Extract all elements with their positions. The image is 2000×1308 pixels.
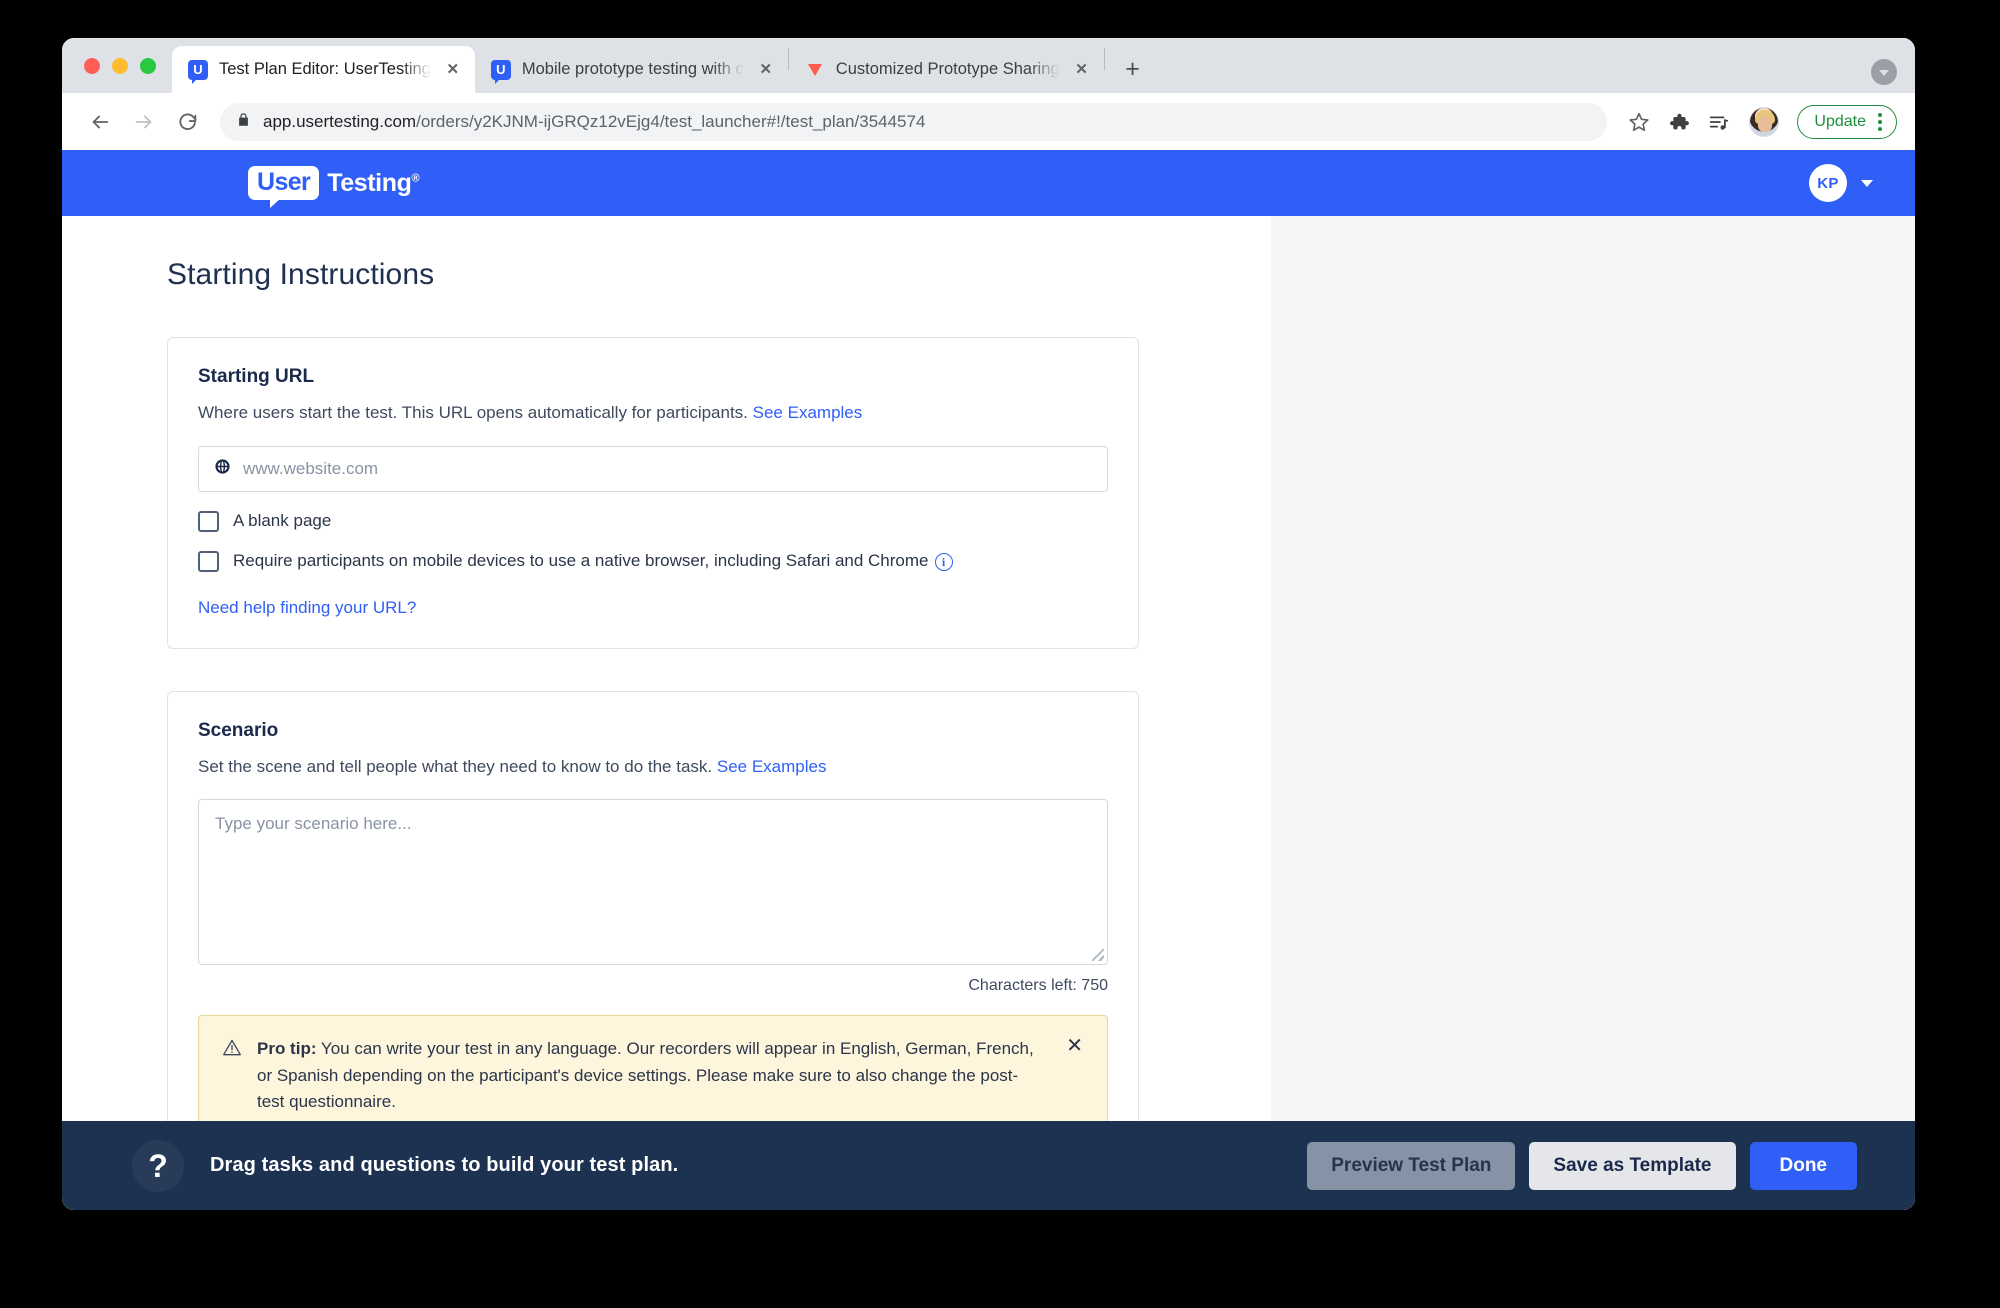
browser-tab-title: Test Plan Editor: UserTesting [219,60,431,78]
update-button[interactable]: Update [1797,104,1897,139]
textarea-resize-handle[interactable] [1092,949,1104,962]
page-title: Starting Instructions [167,258,435,291]
close-tab-button[interactable]: ✕ [755,59,777,81]
footer-message: Drag tasks and questions to build your t… [210,1154,679,1176]
usertesting-favicon: U [490,59,511,84]
address-bar-url: app.usertesting.com/orders/y2KJNM-ijGRQz… [263,112,925,132]
starting-url-description: Where users start the test. This URL ope… [198,401,1108,426]
app-header: User Testing® KP [62,150,1915,216]
browser-tab-3[interactable]: Customized Prototype Sharing ✕ [789,46,1104,93]
update-button-label: Update [1814,112,1866,130]
invision-triangle-favicon [805,60,825,80]
starting-url-description-text: Where users start the test. This URL ope… [198,403,748,422]
reload-button[interactable] [168,102,208,142]
scenario-description-text: Set the scene and tell people what they … [198,756,713,776]
usertesting-logo[interactable]: User Testing® [248,165,420,208]
logo-bubble: User [248,165,320,208]
scenario-textarea[interactable]: Type your scenario here... [198,799,1108,966]
native-browser-label: Require participants on mobile devices t… [233,551,953,572]
logo-word: Testing® [327,168,420,197]
forward-button[interactable] [124,102,164,142]
profile-avatar[interactable] [1749,106,1780,137]
browser-tabs: U Test Plan Editor: UserTesting ✕ U Mobi… [172,38,1151,93]
account-menu[interactable]: KP [1809,164,1873,202]
tab-divider [1103,47,1105,70]
back-button[interactable] [80,102,120,142]
kebab-menu-icon[interactable] [1874,112,1886,131]
bookmark-star-icon[interactable] [1621,104,1657,140]
save-as-template-button[interactable]: Save as Template [1529,1141,1736,1190]
minimize-window-button[interactable] [112,57,128,74]
starting-url-placeholder: www.website.com [243,458,379,478]
close-tab-button[interactable]: ✕ [442,59,464,81]
browser-tab-title: Mobile prototype testing with c [521,60,744,78]
app-body: Starting Instructions Starting URL Where… [62,216,1915,1210]
preview-test-plan-button[interactable]: Preview Test Plan [1307,1141,1516,1190]
browser-tab-2[interactable]: U Mobile prototype testing with c ✕ [475,46,788,93]
browser-tab-title: Customized Prototype Sharing [835,60,1060,78]
scenario-placeholder: Type your scenario here... [215,814,412,834]
logo-registered-mark: ® [411,172,420,185]
extensions-puzzle-icon[interactable] [1661,104,1697,140]
media-playlist-icon[interactable] [1701,104,1737,140]
usertesting-favicon: U [188,59,208,84]
scenario-heading: Scenario [198,719,279,741]
footer-bar: ? Drag tasks and questions to build your… [62,1121,1915,1210]
footer-actions: Preview Test Plan Save as Template Done [1307,1141,1857,1190]
content-pane: Starting Instructions Starting URL Where… [62,216,1271,1210]
url-domain: app.usertesting.com [263,111,417,131]
globe-icon [214,458,231,480]
url-path: /orders/y2KJNM-ijGRQz12vEjg4/test_launch… [416,111,926,131]
done-button[interactable]: Done [1749,1141,1857,1190]
characters-left-counter: Characters left: 750 [968,977,1108,995]
application-area: User Testing® KP Starting Instructions S… [62,150,1915,1210]
window-traffic-lights [76,38,172,93]
account-initials-avatar[interactable]: KP [1809,164,1847,202]
starting-url-input[interactable]: www.website.com [198,445,1108,492]
chevron-down-icon[interactable] [1861,179,1873,187]
tab-search-chevron-icon[interactable] [1871,59,1897,85]
maximize-window-button[interactable] [140,57,156,74]
native-browser-checkbox-row[interactable]: Require participants on mobile devices t… [198,550,1108,572]
lock-icon [236,112,251,132]
blank-page-label: A blank page [233,511,332,531]
browser-window: U Test Plan Editor: UserTesting ✕ U Mobi… [62,38,1915,1210]
logo-bubble-text: User [257,167,311,196]
native-browser-checkbox[interactable] [198,550,219,572]
browser-tab-strip: U Test Plan Editor: UserTesting ✕ U Mobi… [62,38,1915,93]
tab-strip-actions [1871,59,1915,93]
right-empty-pane [1271,216,1915,1210]
browser-tab-1[interactable]: U Test Plan Editor: UserTesting ✕ [172,46,475,93]
info-icon[interactable]: i [934,553,953,572]
new-tab-button[interactable]: + [1115,51,1151,87]
scenario-card: Scenario Set the scene and tell people w… [167,690,1139,1170]
see-examples-link-scenario[interactable]: See Examples [717,757,827,776]
address-bar[interactable]: app.usertesting.com/orders/y2KJNM-ijGRQz… [220,102,1608,141]
browser-toolbar: app.usertesting.com/orders/y2KJNM-ijGRQz… [62,93,1915,150]
blank-page-checkbox-row[interactable]: A blank page [198,510,1108,532]
starting-url-card: Starting URL Where users start the test.… [167,337,1139,649]
pro-tip-text: Pro tip: You can write your test in any … [257,1036,1040,1115]
see-examples-link-url[interactable]: See Examples [753,403,863,422]
pro-tip-label: Pro tip: [257,1039,317,1059]
starting-url-heading: Starting URL [198,366,315,387]
warning-triangle-icon [221,1038,243,1058]
close-icon[interactable]: ✕ [1054,1036,1083,1056]
pro-tip-body: You can write your test in any language.… [257,1039,1034,1111]
blank-page-checkbox[interactable] [198,510,219,532]
close-window-button[interactable] [84,57,100,74]
close-tab-button[interactable]: ✕ [1071,59,1093,81]
pro-tip-banner: Pro tip: You can write your test in any … [198,1015,1108,1139]
question-mark-icon[interactable]: ? [132,1139,184,1192]
scenario-description: Set the scene and tell people what they … [198,755,1108,780]
need-help-url-link[interactable]: Need help finding your URL? [198,598,416,618]
